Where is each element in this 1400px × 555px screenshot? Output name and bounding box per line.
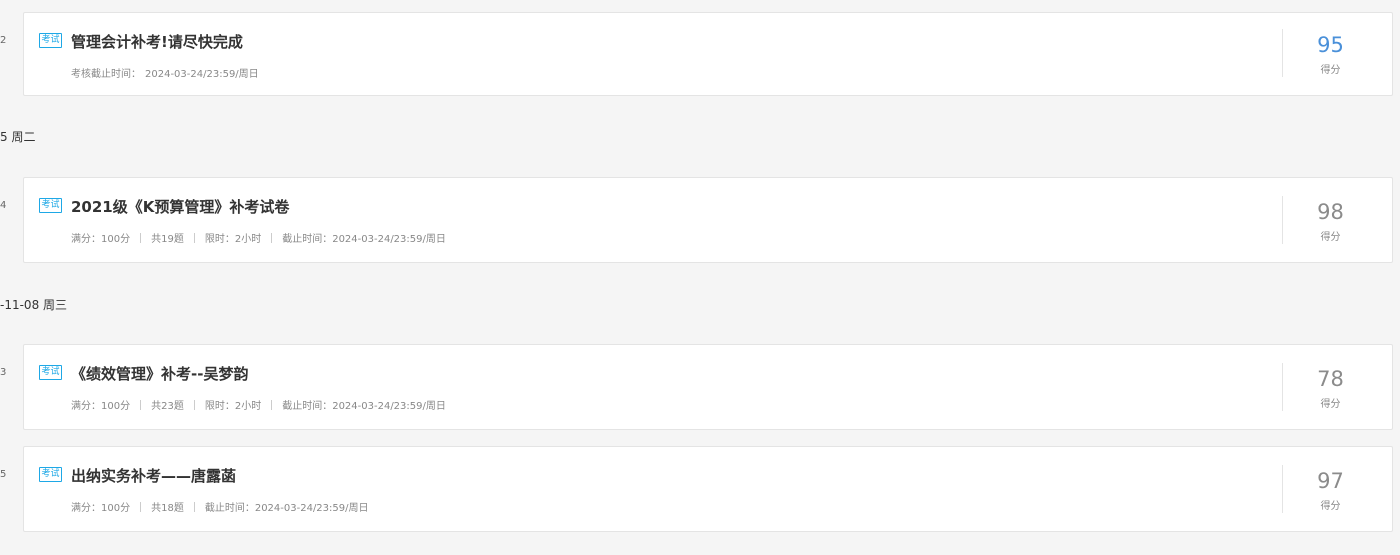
exam-card[interactable]: 考试 《绩效管理》补考--吴梦韵 满分：100分 共23题 限时：2小时 截止时… xyxy=(23,344,1393,430)
full-score: 满分：100分 xyxy=(71,234,131,245)
meta-separator xyxy=(271,399,273,410)
score-box: 78 得分 xyxy=(1283,367,1378,410)
exam-meta: 满分：100分 共23题 限时：2小时 截止时间：2024-03-24/23:5… xyxy=(71,397,446,412)
exam-meta: 考核截止时间： 2024-03-24/23:59/周日 xyxy=(71,65,259,80)
score-value: 98 xyxy=(1317,200,1344,224)
exam-card[interactable]: 考试 出纳实务补考——唐露菡 满分：100分 共18题 截止时间：2024-03… xyxy=(23,446,1393,532)
item-index: 2 xyxy=(0,35,7,46)
exam-title[interactable]: 《绩效管理》补考--吴梦韵 xyxy=(71,363,248,384)
question-count: 共19题 xyxy=(151,234,184,245)
score-value: 95 xyxy=(1317,33,1344,57)
score-box: 98 得分 xyxy=(1283,200,1378,243)
date-header: 5 周二 xyxy=(0,130,36,144)
exam-tag: 考试 xyxy=(39,198,62,213)
deadline-label: 考核截止时间： xyxy=(71,69,141,80)
exam-title[interactable]: 管理会计补考!请尽快完成 xyxy=(71,31,243,52)
meta-separator xyxy=(193,232,195,243)
deadline-value: 截止时间：2024-03-24/23:59/周日 xyxy=(282,401,446,412)
score-value: 97 xyxy=(1317,469,1344,493)
score-label: 得分 xyxy=(1320,65,1341,76)
item-index: 3 xyxy=(0,367,7,378)
deadline-value: 2024-03-24/23:59/周日 xyxy=(145,69,259,80)
score-label: 得分 xyxy=(1320,399,1341,410)
meta-separator xyxy=(271,232,273,243)
question-count: 共23题 xyxy=(151,401,184,412)
meta-separator xyxy=(140,399,142,410)
date-header: -11-08 周三 xyxy=(0,298,68,312)
exam-title[interactable]: 2021级《K预算管理》补考试卷 xyxy=(71,196,289,217)
exam-card[interactable]: 考试 管理会计补考!请尽快完成 考核截止时间： 2024-03-24/23:59… xyxy=(23,12,1393,96)
meta-separator xyxy=(193,399,195,410)
meta-separator xyxy=(140,501,142,512)
deadline-value: 截止时间：2024-03-24/23:59/周日 xyxy=(282,234,446,245)
meta-separator xyxy=(140,232,142,243)
exam-tag: 考试 xyxy=(39,467,62,482)
score-label: 得分 xyxy=(1320,501,1341,512)
exam-tag: 考试 xyxy=(39,33,62,48)
exam-card[interactable]: 考试 2021级《K预算管理》补考试卷 满分：100分 共19题 限时：2小时 … xyxy=(23,177,1393,263)
question-count: 共18题 xyxy=(151,503,184,514)
exam-meta: 满分：100分 共19题 限时：2小时 截止时间：2024-03-24/23:5… xyxy=(71,230,446,245)
score-label: 得分 xyxy=(1320,232,1341,243)
score-value: 78 xyxy=(1317,367,1344,391)
exam-title[interactable]: 出纳实务补考——唐露菡 xyxy=(71,465,236,486)
time-limit: 限时：2小时 xyxy=(204,234,262,245)
score-box: 95 得分 xyxy=(1283,33,1378,76)
item-index: 5 xyxy=(0,469,7,480)
deadline-value: 截止时间：2024-03-24/23:59/周日 xyxy=(204,503,369,514)
time-limit: 限时：2小时 xyxy=(204,401,262,412)
item-index: 4 xyxy=(0,200,7,211)
exam-meta: 满分：100分 共18题 截止时间：2024-03-24/23:59/周日 xyxy=(71,499,369,514)
meta-separator xyxy=(193,501,195,512)
full-score: 满分：100分 xyxy=(71,503,131,514)
full-score: 满分：100分 xyxy=(71,401,131,412)
score-box: 97 得分 xyxy=(1283,469,1378,512)
exam-tag: 考试 xyxy=(39,365,62,380)
